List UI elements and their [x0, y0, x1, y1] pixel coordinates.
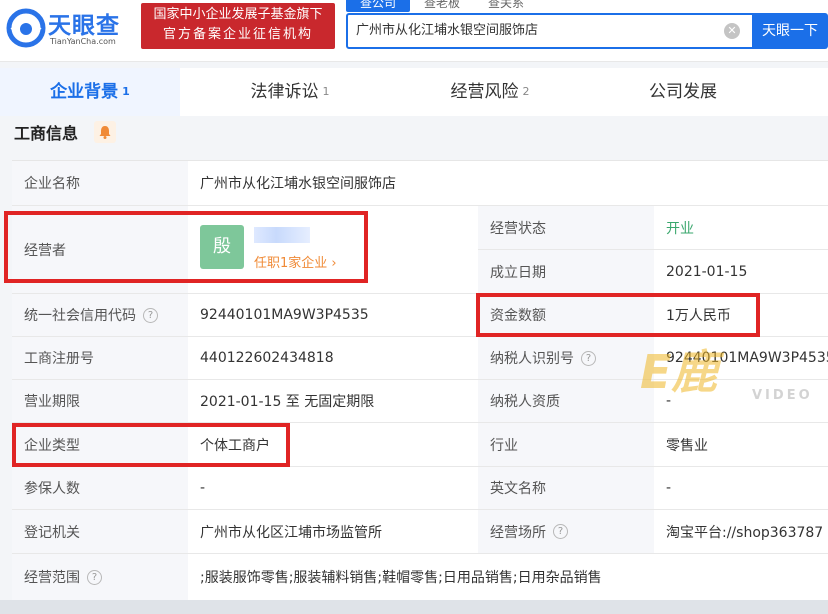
label-insured: 参保人数 — [12, 467, 188, 510]
help-icon[interactable]: ? — [143, 307, 158, 323]
label-company-name: 企业名称 — [12, 161, 188, 206]
value-credit-code: 92440101MA9W3P4535 — [188, 294, 478, 337]
value-term: 2021-01-15 至 无固定期限 — [188, 380, 478, 423]
highlight-company-type — [12, 423, 290, 467]
search-input[interactable] — [356, 21, 716, 36]
search-tab-relation[interactable]: 查关系 — [474, 0, 538, 12]
search-tab-boss[interactable]: 查老板 — [410, 0, 474, 12]
logo-name: 天眼查 — [48, 13, 120, 39]
label-text: 经营场所 — [490, 524, 546, 541]
label-term: 营业期限 — [12, 380, 188, 423]
watermark-text: VIDEO — [752, 388, 813, 403]
badge-line-2: 官方备案企业征信机构 — [162, 27, 313, 42]
search-type-tabs: 查公司 查老板 查关系 — [346, 0, 538, 12]
label-scope: 经营范围? — [12, 554, 188, 601]
video-watermark: E鹿 VIDEO — [640, 336, 828, 414]
value-insured: - — [188, 467, 478, 510]
bottom-edge — [0, 600, 828, 614]
value-english-name: - — [654, 467, 828, 510]
help-icon[interactable]: ? — [87, 569, 102, 585]
help-icon[interactable]: ? — [581, 350, 596, 366]
value-founded: 2021-01-15 — [654, 250, 828, 294]
search-button[interactable]: 天眼一下 — [752, 13, 828, 49]
tab-risk[interactable]: 经营风险 2 — [400, 68, 580, 116]
search-box: ✕ — [346, 13, 754, 49]
label-taxpayer-qual: 纳税人资质 — [478, 380, 654, 423]
search-tab-company[interactable]: 查公司 — [346, 0, 411, 12]
tab-label: 公司发展 — [649, 82, 717, 102]
clear-icon[interactable]: ✕ — [724, 23, 740, 39]
tab-development[interactable]: 公司发展 — [600, 68, 770, 116]
eye-logo-icon — [6, 8, 46, 48]
badge-line-1: 国家中小企业发展子基金旗下 — [153, 7, 323, 22]
tab-label: 法律诉讼 — [250, 82, 319, 102]
value-status: 开业 — [654, 206, 828, 250]
tab-label: 经营风险 — [450, 82, 519, 102]
label-status: 经营状态 — [478, 206, 654, 250]
tab-count: 1 — [122, 85, 130, 98]
tab-company-background[interactable]: 企业背景 1 — [0, 68, 180, 116]
section-tabs: 企业背景 1 法律诉讼 1 经营风险 2 公司发展 — [0, 68, 828, 116]
help-icon[interactable]: ? — [553, 524, 568, 539]
label-taxpayer-id: 纳税人识别号? — [478, 337, 654, 380]
label-address: 经营场所? — [478, 510, 654, 554]
label-english-name: 英文名称 — [478, 467, 654, 510]
label-founded: 成立日期 — [478, 250, 654, 294]
highlight-operator — [4, 211, 368, 283]
label-text: 经营范围 — [24, 570, 80, 586]
value-scope: ;服装服饰零售;服装辅料销售;鞋帽零售;日用品销售;日用杂品销售 — [188, 554, 828, 601]
tab-label: 企业背景 — [50, 82, 119, 102]
label-industry: 行业 — [478, 423, 654, 467]
top-header: 天眼查 TianYanCha.com 国家中小企业发展子基金旗下 官方备案企业征… — [0, 0, 828, 62]
site-logo[interactable]: 天眼查 TianYanCha.com — [6, 4, 136, 54]
value-reg-no: 440122602434818 — [188, 337, 478, 380]
bell-icon[interactable] — [94, 121, 116, 143]
value-industry: 零售业 — [654, 423, 828, 467]
label-credit-code: 统一社会信用代码? — [12, 294, 188, 337]
section-title: 工商信息 — [14, 124, 79, 143]
label-reg-no: 工商注册号 — [12, 337, 188, 380]
label-text: 纳税人识别号 — [490, 351, 574, 367]
tab-legal[interactable]: 法律诉讼 1 — [200, 68, 380, 116]
tab-count: 1 — [322, 85, 330, 98]
official-badge: 国家中小企业发展子基金旗下 官方备案企业征信机构 — [141, 3, 335, 49]
label-text: 统一社会信用代码 — [24, 308, 136, 324]
label-registrar: 登记机关 — [12, 510, 188, 554]
logo-domain: TianYanCha.com — [50, 37, 116, 46]
value-registrar: 广州市从化区江埔市场监管所 — [188, 510, 478, 554]
value-address: 淘宝平台://shop363787 — [654, 510, 828, 554]
value-company-name: 广州市从化江埔水银空间服饰店 — [188, 161, 828, 206]
watermark-logo: E鹿 — [640, 345, 718, 399]
tab-count: 2 — [522, 85, 530, 98]
highlight-capital — [476, 293, 760, 337]
